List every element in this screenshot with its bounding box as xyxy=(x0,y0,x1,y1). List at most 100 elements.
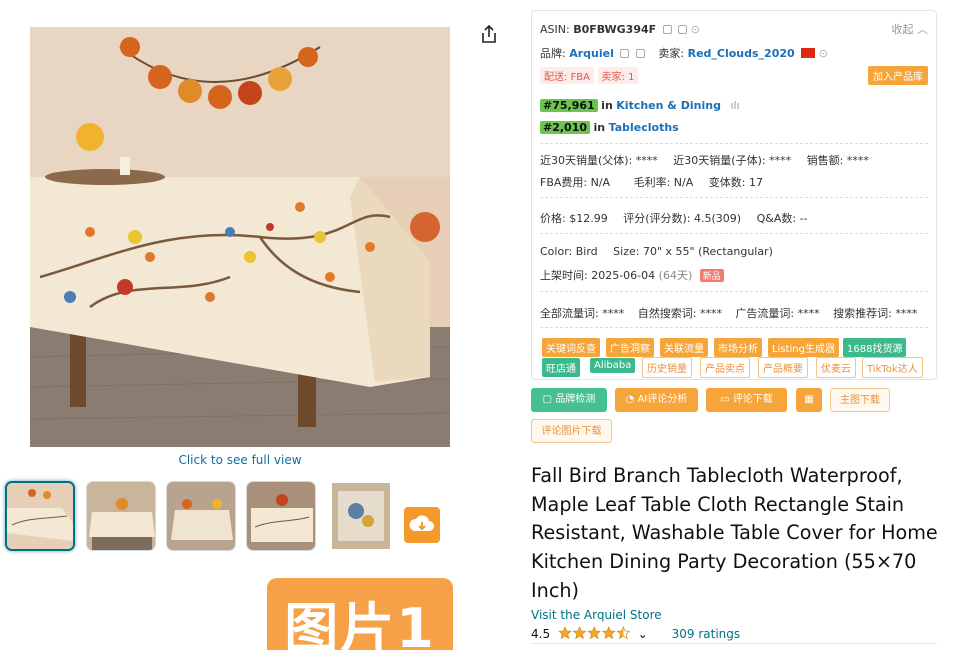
chevron-up-icon: ︿ xyxy=(917,23,928,36)
thumbnail-5[interactable] xyxy=(326,481,396,551)
sales-parent-label: 近30天销量(父体): xyxy=(540,154,633,167)
ai-review-label: AI评论分析 xyxy=(637,394,688,405)
traffic-all-label: 全部流量词: xyxy=(540,307,599,320)
brand-check-button[interactable]: ▢ 品牌检测 xyxy=(531,388,607,412)
tool-product-summary[interactable]: 产品概要 xyxy=(758,357,808,378)
thumbnail-1[interactable] xyxy=(5,481,75,551)
sales-child-label: 近30天销量(子体): xyxy=(673,154,766,167)
rank-in: in xyxy=(601,99,613,112)
brand-check-label: 品牌检测 xyxy=(555,394,596,405)
location-pin-icon[interactable]: ⊙ xyxy=(691,23,700,36)
rank-in: in xyxy=(593,121,606,134)
full-view-link[interactable]: Click to see full view xyxy=(30,453,450,467)
traffic-rec-value: **** xyxy=(895,307,918,320)
fba-fee-value: N/A xyxy=(590,176,611,189)
thumbnail-4[interactable] xyxy=(246,481,316,551)
ratings-count-link[interactable]: 309 ratings xyxy=(672,627,741,641)
variants-value: 17 xyxy=(748,176,763,189)
ai-review-button[interactable]: ◔ AI评论分析 xyxy=(615,388,698,412)
comment-icon: ▭ xyxy=(720,394,730,405)
tool-youmaiyun[interactable]: 优麦云 xyxy=(816,357,856,378)
bar-chart-icon[interactable]: ılı xyxy=(730,99,739,112)
thumbnail-image xyxy=(247,482,315,550)
size-label: Size: xyxy=(613,245,640,258)
location-pin-icon[interactable]: ⊙ xyxy=(819,47,828,60)
review-image-download-button[interactable]: 评论图片下载 xyxy=(531,419,612,443)
calculator-button[interactable]: ▦ xyxy=(796,388,822,412)
rank-category-link[interactable]: Kitchen & Dining xyxy=(616,99,721,112)
tool-related-traffic[interactable]: 关联流量 xyxy=(660,338,708,357)
rating-value: 4.5(309) xyxy=(694,212,742,225)
tool-market-analysis[interactable]: 市场分析 xyxy=(714,338,762,357)
rating-label: 评分(评分数): xyxy=(623,212,691,225)
add-to-library-button[interactable]: 加入产品库 xyxy=(868,66,928,85)
star-rating-icon[interactable] xyxy=(558,626,632,640)
thumbnail-3[interactable] xyxy=(166,481,236,551)
brand-label: 品牌: xyxy=(540,47,566,60)
tool-ad-insight[interactable]: 广告洞察 xyxy=(606,338,654,357)
image-number-badge: 图片1 xyxy=(267,578,453,650)
sellers-count-tag: 卖家: 1 xyxy=(597,67,639,84)
fba-fee-label: FBA费用: xyxy=(540,176,588,189)
collapse-toggle[interactable]: 收起 ︿ xyxy=(892,21,929,37)
product-analysis-panel: ASIN: B0FBWG394F ⊙ 收起 ︿ 品牌: Arquiel 卖家: … xyxy=(531,10,937,380)
thumbnail-image xyxy=(87,482,155,550)
price-label: 价格: xyxy=(540,212,566,225)
margin-label: 毛利率: xyxy=(633,176,671,189)
review-download-label: 评论下载 xyxy=(732,394,773,405)
qa-value: -- xyxy=(799,212,808,225)
seller-link[interactable]: Red_Clouds_2020 xyxy=(688,47,795,60)
thumbnail-2[interactable] xyxy=(86,481,156,551)
tool-history-sales[interactable]: 历史销量 xyxy=(642,357,692,378)
sales-parent-value: **** xyxy=(635,154,658,167)
tool-wangdiantong[interactable]: 旺店通 xyxy=(542,358,580,377)
checkbox-icon: ▢ xyxy=(542,394,553,405)
divider xyxy=(540,327,928,328)
copy-icon[interactable] xyxy=(635,49,645,58)
traffic-all-value: **** xyxy=(602,307,625,320)
traffic-ads-value: **** xyxy=(797,307,820,320)
thumbnail-image xyxy=(167,482,235,550)
copy-icon[interactable] xyxy=(620,49,630,58)
price-value: $12.99 xyxy=(569,212,608,225)
share-icon[interactable] xyxy=(480,24,498,44)
cloud-download-icon[interactable] xyxy=(404,507,440,543)
rank-number: #2,010 xyxy=(540,121,591,134)
tool-1688-sourcing[interactable]: 1688找货源 xyxy=(843,338,907,357)
copy-icon[interactable] xyxy=(678,25,688,34)
calculator-icon: ▦ xyxy=(804,394,814,405)
pie-icon: ◔ xyxy=(625,394,635,405)
revenue-label: 销售额: xyxy=(806,154,844,167)
tool-alibaba[interactable]: Alibaba xyxy=(590,358,636,373)
asin-value: B0FBWG394F xyxy=(573,23,657,36)
divider xyxy=(540,197,928,198)
collapse-label: 收起 xyxy=(891,23,914,36)
copy-icon[interactable] xyxy=(662,25,672,34)
seller-label: 卖家: xyxy=(658,47,685,60)
listed-date: 2025-06-04 xyxy=(591,269,656,282)
tool-tiktok-influencer[interactable]: TikTok达人 xyxy=(862,357,923,378)
traffic-natural-value: **** xyxy=(699,307,722,320)
brand-link[interactable]: Arquiel xyxy=(569,47,614,60)
main-product-image[interactable] xyxy=(30,27,450,447)
image-number-label: 图片1 xyxy=(284,597,436,650)
thumbnail-image xyxy=(332,483,390,549)
review-download-button[interactable]: ▭ 评论下载 xyxy=(706,388,787,412)
thumbnail-image xyxy=(7,483,73,549)
divider xyxy=(540,233,928,234)
divider xyxy=(540,143,928,144)
rank-category-link[interactable]: Tablecloths xyxy=(609,121,679,134)
visit-store-link[interactable]: Visit the Arquiel Store xyxy=(531,608,662,622)
listed-label: 上架时间: xyxy=(540,269,588,282)
divider xyxy=(540,291,928,292)
color-label: Color: xyxy=(540,245,573,258)
traffic-natural-label: 自然搜索词: xyxy=(637,307,697,320)
sales-child-value: **** xyxy=(769,154,792,167)
china-flag-icon xyxy=(801,48,816,58)
chevron-down-icon[interactable]: ⌄ xyxy=(638,627,648,641)
tool-selling-points[interactable]: 产品卖点 xyxy=(700,357,750,378)
color-value: Bird xyxy=(575,245,598,258)
tool-keyword-reverse[interactable]: 关键词反查 xyxy=(542,338,600,357)
tool-listing-generator[interactable]: Listing生成器 xyxy=(768,338,839,357)
main-image-download-button[interactable]: 主图下载 xyxy=(830,388,890,412)
